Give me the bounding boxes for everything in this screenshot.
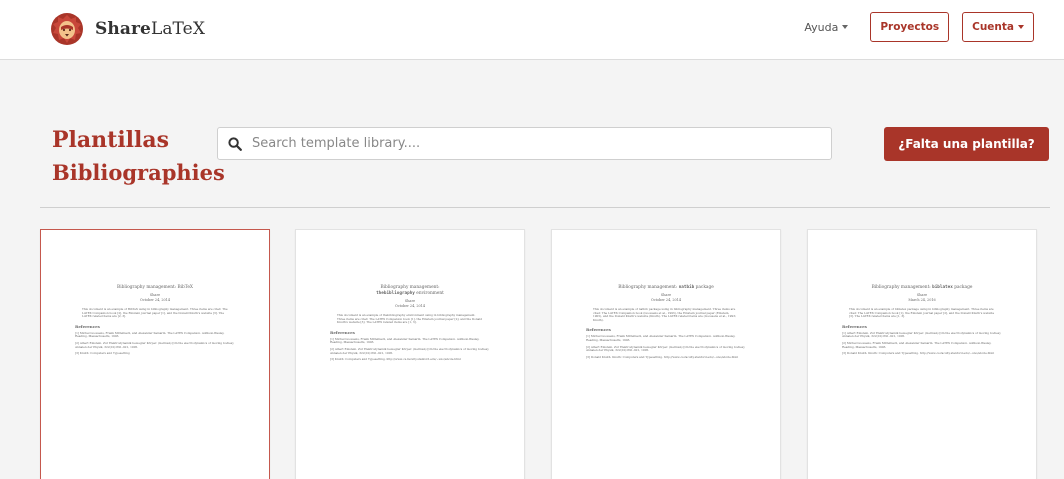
thumb-refs-heading: References bbox=[586, 327, 611, 333]
template-card-biblatex[interactable]: Bibliography management: biblatex packag… bbox=[807, 229, 1037, 479]
account-label: Cuenta bbox=[972, 21, 1014, 33]
thumb-date: March 24, 2016 bbox=[908, 298, 936, 302]
thumb-body: This document is an example of thebiblio… bbox=[337, 313, 482, 325]
thumb-refs-heading: References bbox=[330, 329, 355, 335]
thumb-refs-heading: References bbox=[842, 323, 867, 329]
template-card-bibtex[interactable]: Bibliography management: BibTeX Share Oc… bbox=[40, 229, 270, 479]
nav-right: Ayuda Proyectos Cuenta bbox=[804, 12, 1034, 42]
thumb-date: October 24, 2014 bbox=[139, 298, 171, 302]
thumb-ref-item: [2] Albert Einstein. Zur Elektrodynamik … bbox=[75, 340, 235, 349]
thumb-ref-item: [2] Michel Goossens, Frank Mittelbach, a… bbox=[842, 340, 992, 349]
thumb-ref-item: [3] Donald Knuth. Knuth: Computers and T… bbox=[842, 351, 995, 356]
search-input[interactable] bbox=[252, 136, 812, 151]
template-card-natbib[interactable]: Bibliography management: natbib package … bbox=[551, 229, 781, 479]
account-menu-button[interactable]: Cuenta bbox=[962, 12, 1034, 42]
thumb-ref-item: [1] Michel Goossens, Frank Mittelbach, a… bbox=[586, 334, 736, 342]
thumb-body: This document is an example of BibTeX us… bbox=[82, 307, 228, 319]
thumb-title: Bibliography management: natbib package bbox=[618, 285, 714, 290]
projects-button[interactable]: Proyectos bbox=[870, 12, 950, 42]
thumb-date: October 24, 2014 bbox=[394, 304, 426, 308]
thumb-ref-item: [2] Albert Einstein. Zur Elektrodynamik … bbox=[330, 346, 490, 355]
search-icon bbox=[228, 136, 242, 151]
thumb-ref-item: [3] Knuth: Computers and Typesetting bbox=[75, 351, 130, 356]
projects-label: Proyectos bbox=[880, 21, 940, 33]
help-label: Ayuda bbox=[804, 20, 839, 34]
page-title: Plantillas bbox=[52, 127, 170, 153]
template-card-thebibliography[interactable]: Bibliography management: thebibliography … bbox=[295, 229, 525, 479]
thumb-refs-heading: References bbox=[75, 323, 100, 329]
thumb-body: This document is an example of biblatex … bbox=[849, 307, 995, 319]
thumb-title: Bibliography management: biblatex packag… bbox=[871, 285, 973, 290]
help-menu[interactable]: Ayuda bbox=[804, 20, 849, 34]
template-thumbnail: Bibliography management: natbib package … bbox=[571, 285, 761, 359]
thumb-date: October 24, 2014 bbox=[650, 298, 682, 302]
lion-logo-icon bbox=[51, 13, 83, 45]
thumb-body: This document is an example of natbib pa… bbox=[593, 307, 736, 322]
search-box[interactable] bbox=[217, 127, 832, 160]
thumb-ref-item: [2] Albert Einstein. Zur Elektrodynamik … bbox=[586, 344, 746, 353]
caret-down-icon bbox=[842, 25, 849, 29]
brand-name: ShareLaTeX bbox=[95, 19, 206, 39]
thumb-ref-item: [1] Michel Goossens, Frank Mittelbach, a… bbox=[330, 336, 480, 345]
thumb-title: Bibliography management: thebibliography … bbox=[376, 285, 444, 296]
thumb-ref-item: [1] Albert Einstein. Zur Elektrodynamik … bbox=[842, 330, 1002, 339]
thumb-ref-item: [1] Michel Goossens, Frank Mittelbach, a… bbox=[75, 330, 225, 339]
thumb-ref-item: [3] Donald Knuth. Knuth: Computers and T… bbox=[586, 354, 739, 359]
template-thumbnail: Bibliography management: biblatex packag… bbox=[827, 285, 1017, 356]
navbar: ShareLaTeX Ayuda Proyectos Cuenta bbox=[0, 0, 1064, 60]
caret-down-icon bbox=[1018, 25, 1024, 29]
template-thumbnail: Bibliography management: BibTeX Share Oc… bbox=[60, 285, 250, 356]
thumb-title: Bibliography management: BibTeX bbox=[117, 285, 193, 290]
template-thumbnail: Bibliography management: thebibliography … bbox=[315, 285, 505, 362]
section-divider bbox=[40, 207, 1050, 208]
section-title: Bibliographies bbox=[52, 160, 225, 185]
thumb-ref-item: [3] Knuth: Computers and Typesetting, ht… bbox=[330, 357, 461, 362]
brand-link[interactable]: ShareLaTeX bbox=[50, 12, 205, 46]
missing-template-button[interactable]: ¿Falta una plantilla? bbox=[884, 127, 1049, 161]
